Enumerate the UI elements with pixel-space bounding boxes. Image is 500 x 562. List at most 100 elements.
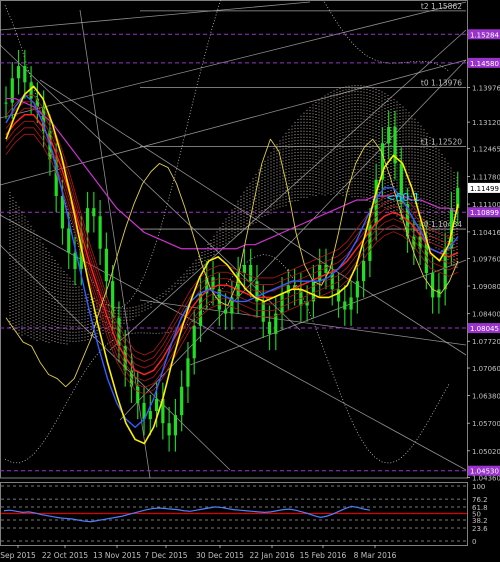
cloud-dot <box>318 111 320 113</box>
cloud-dot <box>174 282 176 284</box>
cloud-dot <box>354 124 356 126</box>
cloud-dot <box>36 333 38 335</box>
cloud-dot <box>357 121 359 123</box>
cloud-dot <box>231 230 233 232</box>
cloud-dot <box>432 162 434 164</box>
cloud-dot <box>429 149 431 151</box>
cloud-dot <box>12 283 14 285</box>
cloud-dot <box>306 187 308 189</box>
cloud-dot <box>21 241 23 243</box>
cloud-dot <box>348 133 350 135</box>
cloud-dot <box>186 273 188 275</box>
cloud-dot <box>84 318 86 320</box>
cloud-dot <box>297 193 299 195</box>
cloud-dot <box>426 163 428 165</box>
cloud-dot <box>255 206 257 208</box>
cloud-dot <box>447 168 449 170</box>
cloud-dot <box>324 185 326 187</box>
cloud-dot <box>450 170 452 172</box>
cloud-dot <box>90 308 92 310</box>
cloud-dot <box>324 155 326 157</box>
cloud-dot <box>399 151 401 153</box>
cloud-dot <box>390 168 392 171</box>
cloud-dot <box>333 102 335 104</box>
cloud-dot <box>81 310 83 312</box>
cloud-dot <box>42 288 44 290</box>
cloud-dot <box>132 315 134 318</box>
cloud-dot <box>348 151 350 153</box>
cloud-dot <box>24 309 26 311</box>
cloud-dot <box>312 119 314 121</box>
cloud-dot <box>294 134 296 136</box>
cloud-dot <box>276 186 278 188</box>
cloud-dot <box>60 291 62 293</box>
cloud-dot <box>414 157 416 159</box>
price-candle-body <box>92 208 96 217</box>
cloud-dot <box>219 242 221 244</box>
cloud-dot <box>156 297 158 299</box>
cloud-dot <box>378 189 380 191</box>
cloud-dot <box>357 103 359 105</box>
cloud-dot <box>414 178 416 180</box>
cloud-dot <box>366 101 368 103</box>
cloud-dot <box>12 208 14 210</box>
cloud-dot <box>405 118 407 120</box>
cloud-dot <box>438 176 440 178</box>
cloud-dot <box>417 164 419 166</box>
cloud-dot <box>366 185 368 187</box>
cloud-dot <box>405 133 407 135</box>
cloud-dot <box>360 196 362 198</box>
cloud-dot <box>282 190 284 192</box>
cloud-dot <box>390 207 392 210</box>
cloud-dot <box>351 115 353 117</box>
cloud-dot <box>84 324 86 326</box>
cloud-dot <box>336 161 338 163</box>
cloud-dot <box>33 257 35 259</box>
cloud-dot <box>300 166 302 168</box>
price-tick-label: 1.11780 <box>472 173 500 181</box>
cloud-dot <box>351 151 353 153</box>
cloud-dot <box>69 334 71 336</box>
cloud-dot <box>339 145 341 147</box>
cloud-dot <box>333 156 335 158</box>
cloud-dot <box>291 164 293 166</box>
cloud-dot <box>369 167 371 169</box>
cloud-dot <box>456 266 458 268</box>
cloud-dot <box>312 140 314 142</box>
cloud-dot <box>300 115 302 117</box>
cloud-dot <box>336 107 338 109</box>
cloud-dot <box>393 99 395 101</box>
cloud-dot <box>333 168 335 170</box>
cloud-dot <box>423 192 425 194</box>
cloud-dot <box>381 91 383 93</box>
cloud-dot <box>363 124 365 126</box>
cloud-dot <box>66 310 68 312</box>
price-highlight-label: 1.08045 <box>470 325 499 333</box>
cloud-dot <box>417 173 419 175</box>
cloud-dot <box>303 121 305 123</box>
cloud-dot <box>297 154 299 156</box>
cloud-dot <box>378 135 380 137</box>
cloud-dot <box>414 136 416 138</box>
cloud-dot <box>351 145 353 147</box>
cloud-dot <box>408 184 410 186</box>
cloud-dot <box>216 246 218 248</box>
cloud-dot <box>426 217 428 219</box>
cloud-dot <box>372 99 374 101</box>
cloud-dot <box>441 231 443 233</box>
cloud-dot <box>312 107 314 109</box>
cloud-dot <box>348 130 350 132</box>
cloud-dot <box>225 242 227 244</box>
cloud-dot <box>255 215 257 217</box>
cloud-dot <box>72 316 74 318</box>
cloud-dot <box>81 325 83 327</box>
cloud-dot <box>420 125 422 127</box>
cloud-dot <box>348 121 350 123</box>
cloud-dot <box>354 187 356 189</box>
cloud-dot <box>33 302 35 304</box>
cloud-dot <box>18 326 20 328</box>
cloud-dot <box>447 225 449 227</box>
cloud-dot <box>72 301 74 303</box>
cloud-dot <box>441 186 443 188</box>
cloud-dot <box>246 220 248 222</box>
